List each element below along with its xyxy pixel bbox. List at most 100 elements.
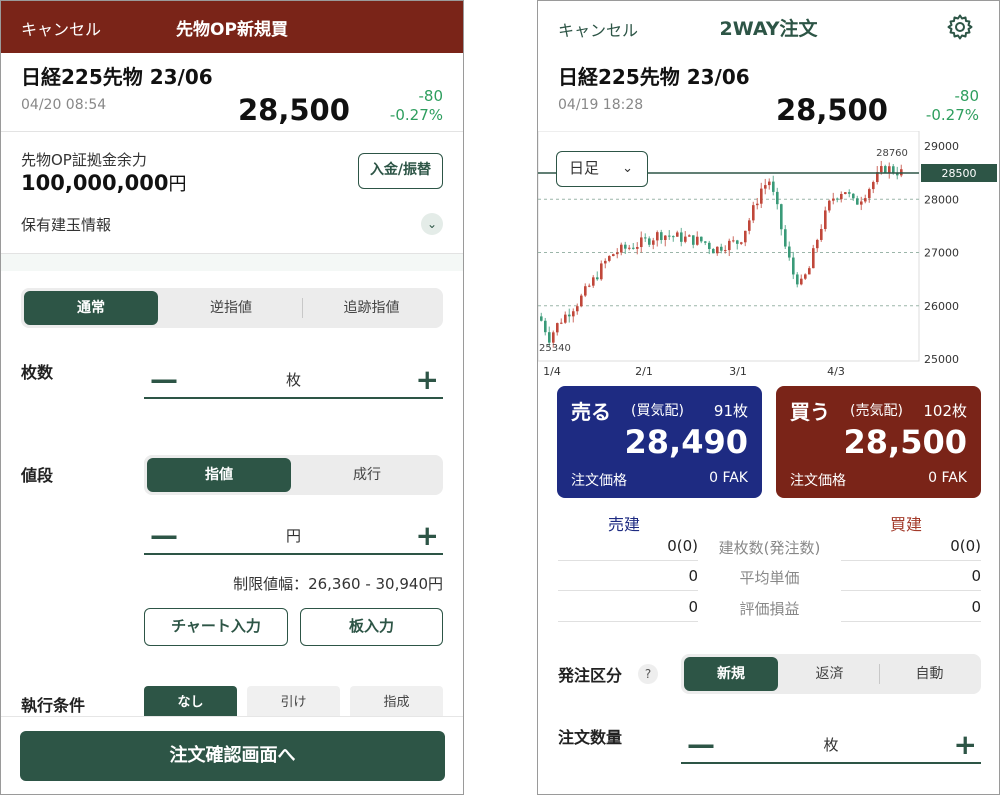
tab-close[interactable]: 返済 bbox=[781, 657, 878, 691]
plus-icon[interactable]: + bbox=[416, 363, 439, 396]
candle-body bbox=[752, 205, 755, 221]
order-kind-label: 発注区分 bbox=[558, 666, 623, 685]
buy-sub-label: (売気配) bbox=[850, 403, 903, 419]
candle-body bbox=[740, 242, 743, 244]
order-kind-tabs: 新規 返済 自動 bbox=[681, 654, 981, 694]
board-input-button[interactable]: 板入力 bbox=[300, 608, 443, 646]
tab-separator bbox=[879, 664, 880, 684]
condition-none[interactable]: なし bbox=[144, 686, 237, 720]
sell-pnl-value: 0 bbox=[558, 598, 698, 622]
tab-trailing[interactable]: 追跡指値 bbox=[303, 291, 440, 325]
candle-body bbox=[652, 240, 655, 245]
candle-body bbox=[576, 306, 579, 312]
plus-icon[interactable]: + bbox=[416, 519, 439, 552]
sell-sub-label: (買気配) bbox=[631, 403, 684, 419]
page-title: 先物OP新規買 bbox=[176, 20, 288, 40]
buy-price: 28,500 bbox=[843, 423, 967, 461]
help-icon[interactable]: ? bbox=[638, 664, 658, 684]
order-quantity-stepper[interactable]: — 枚 + bbox=[681, 724, 981, 764]
sell-average-value: 0 bbox=[558, 567, 698, 591]
chevron-down-icon: ⌄ bbox=[622, 161, 633, 176]
candle-body bbox=[832, 198, 835, 201]
confirm-order-button[interactable]: 注文確認画面へ bbox=[20, 731, 445, 781]
candle-body bbox=[776, 191, 779, 205]
quote-time: 04/20 08:54 bbox=[21, 97, 107, 113]
x-tick-label: 4/3 bbox=[827, 365, 845, 378]
sell-price: 28,490 bbox=[624, 423, 748, 461]
buy-card[interactable]: 買う (売気配) 102枚 28,500 注文価格 0 FAK bbox=[776, 386, 981, 498]
timeframe-selector[interactable]: 日足 ⌄ bbox=[556, 151, 648, 187]
candle-body bbox=[708, 242, 711, 250]
condition-limit-to-market[interactable]: 指成 bbox=[350, 686, 443, 720]
sell-label: 売る bbox=[571, 400, 611, 424]
price-unit: 円 bbox=[285, 527, 301, 545]
right-screen-2way-order: キャンセル 2WAY注文 日経225先物 23/06 04/19 18:28 2… bbox=[537, 0, 1000, 795]
candle-body bbox=[868, 189, 871, 199]
candle-body bbox=[644, 237, 647, 239]
sell-position-header: 売建 bbox=[608, 515, 641, 534]
tab-limit[interactable]: 指値 bbox=[147, 458, 291, 492]
candle-body bbox=[736, 240, 739, 244]
candle-body bbox=[600, 263, 603, 280]
tab-auto[interactable]: 自動 bbox=[881, 657, 978, 691]
candle-body bbox=[748, 220, 751, 231]
price-stepper[interactable]: — 円 + bbox=[144, 515, 443, 555]
tab-market[interactable]: 成行 bbox=[294, 458, 440, 492]
tab-new[interactable]: 新規 bbox=[684, 657, 778, 691]
x-tick-label: 1/4 bbox=[543, 365, 561, 378]
header-bar: キャンセル 2WAY注文 bbox=[538, 1, 999, 53]
margin-amount: 100,000,000円 bbox=[21, 170, 186, 196]
candle-body bbox=[732, 240, 735, 242]
candle-body bbox=[856, 198, 859, 205]
chart-input-button[interactable]: チャート入力 bbox=[144, 608, 288, 646]
buy-position-header: 買建 bbox=[890, 515, 923, 534]
x-tick-label: 2/1 bbox=[635, 365, 653, 378]
candle-body bbox=[712, 249, 715, 254]
candle-body bbox=[568, 314, 571, 317]
candle-body bbox=[848, 192, 851, 194]
candle-body bbox=[800, 278, 803, 285]
position-row-label: 建枚数(発注数) bbox=[718, 539, 821, 557]
quantity-stepper[interactable]: — 枚 + bbox=[144, 359, 443, 399]
current-price: 28,500 bbox=[776, 93, 888, 127]
candle-body bbox=[824, 210, 827, 230]
buy-label: 買う bbox=[790, 400, 830, 424]
candle-body bbox=[784, 229, 787, 247]
candle-body bbox=[548, 332, 551, 343]
buy-quantity: 102枚 bbox=[923, 402, 967, 420]
candle-body bbox=[852, 193, 855, 199]
tab-stop[interactable]: 逆指値 bbox=[161, 291, 301, 325]
quote-time: 04/19 18:28 bbox=[558, 97, 644, 113]
header-bar: キャンセル 先物OP新規買 bbox=[1, 1, 463, 53]
deposit-transfer-button[interactable]: 入金/振替 bbox=[358, 153, 443, 189]
candle-body bbox=[892, 166, 895, 173]
candle-body bbox=[552, 332, 555, 343]
candle-body bbox=[640, 237, 643, 248]
chevron-down-icon[interactable]: ⌄ bbox=[421, 213, 443, 235]
candle-body bbox=[660, 232, 663, 240]
candle-body bbox=[812, 248, 815, 269]
page-title: 2WAY注文 bbox=[719, 18, 818, 40]
timeframe-label: 日足 bbox=[569, 159, 600, 177]
candle-body bbox=[820, 229, 823, 240]
candle-body bbox=[756, 203, 759, 206]
candle-body bbox=[668, 235, 671, 237]
candle-body bbox=[620, 244, 623, 253]
candle-body bbox=[664, 235, 667, 240]
sell-card[interactable]: 売る (買気配) 91枚 28,490 注文価格 0 FAK bbox=[557, 386, 762, 498]
section-gap bbox=[1, 254, 463, 271]
candle-body bbox=[764, 185, 767, 189]
gear-icon[interactable] bbox=[946, 13, 974, 41]
candle-body bbox=[728, 240, 731, 251]
instrument-name: 日経225先物 23/06 bbox=[558, 65, 750, 89]
change-percent: -0.27% bbox=[389, 106, 443, 124]
candle-body bbox=[596, 277, 599, 280]
tab-normal[interactable]: 通常 bbox=[24, 291, 158, 325]
candle-body bbox=[608, 256, 611, 261]
candle-body bbox=[684, 236, 687, 242]
condition-close[interactable]: 引け bbox=[247, 686, 340, 720]
plus-icon[interactable]: + bbox=[954, 728, 977, 761]
candle-body bbox=[540, 316, 543, 321]
candle-body bbox=[672, 236, 675, 238]
position-row-average: 0 平均単価 0 bbox=[558, 567, 981, 591]
